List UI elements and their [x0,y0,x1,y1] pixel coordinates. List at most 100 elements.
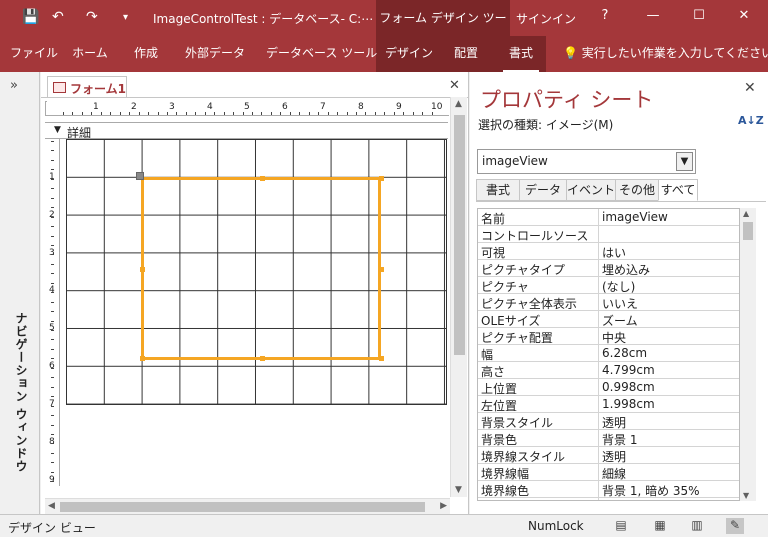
undo-icon[interactable]: ↶ [52,9,64,25]
property-value[interactable]: はい [602,244,738,261]
resize-handle[interactable] [140,356,145,361]
property-value[interactable]: なし [602,499,738,500]
help-button[interactable]: ? [595,8,615,23]
property-value[interactable]: 細線 [602,465,738,482]
resize-handle[interactable] [140,267,145,272]
property-row[interactable]: 幅 6.28cm [478,345,739,362]
property-row[interactable]: 境界線幅 細線 [478,464,739,482]
property-value[interactable]: 透明 [602,414,738,431]
tab-home[interactable]: ホーム [72,36,108,72]
ruler-tick [346,112,348,115]
tab-create[interactable]: 作成 [130,36,162,72]
property-row[interactable]: 境界線スタイル 透明 [478,447,739,465]
ruler-tick [412,112,414,115]
chevron-down-icon[interactable]: ▼ [676,152,693,171]
tab-external-data[interactable]: 外部データ [184,36,246,72]
property-row[interactable]: 名前 imageView [478,209,739,226]
scroll-thumb[interactable] [60,502,425,512]
resize-handle[interactable] [379,267,384,272]
resize-handle[interactable] [260,176,265,181]
property-value[interactable]: 透明 [602,448,738,465]
customize-qat-icon[interactable]: ▾ [123,12,128,23]
property-value[interactable]: 背景 1 [602,431,738,448]
sort-icon[interactable]: A↓Z [738,115,764,126]
property-scrollbar[interactable]: ▲ ▼ [740,208,756,501]
property-row[interactable]: 背景色 背景 1 [478,430,739,448]
property-row[interactable]: 立体表示なし [478,498,739,500]
scroll-up-icon[interactable]: ▲ [743,209,749,218]
resize-handle[interactable] [379,356,384,361]
property-value[interactable]: 埋め込み [602,261,738,278]
tab-format[interactable]: 書式 [503,36,539,72]
scroll-thumb[interactable] [743,222,753,240]
vertical-ruler[interactable]: 1 2 3 4 5 6 7 8 9 [45,139,60,486]
property-value[interactable]: 背景 1, 暗め 35% [602,482,738,499]
property-row[interactable]: 境界線色 背景 1, 暗め 35% [478,481,739,499]
property-value[interactable]: 0.998cm [602,380,738,394]
tab-all-props[interactable]: すべて [658,179,698,201]
horizontal-ruler[interactable]: 1 2 3 4 5 6 7 8 9 10 [47,101,449,116]
selection-type: 選択の種類: イメージ(M) [478,118,614,132]
resize-handle[interactable] [379,176,384,181]
ruler-tick [51,282,54,284]
scroll-down-icon[interactable]: ▼ [455,485,462,495]
document-tab[interactable]: フォーム1 [47,76,127,98]
scroll-thumb[interactable] [454,115,465,355]
tab-database-tools[interactable]: データベース ツール [266,36,377,72]
property-row[interactable]: コントロールソース [478,226,739,243]
ruler-tick [51,452,54,454]
property-row[interactable]: 背景スタイル 透明 [478,413,739,431]
move-handle[interactable] [136,172,144,180]
property-row[interactable]: OLEサイズ ズーム [478,311,739,329]
tab-data-props[interactable]: データ [519,179,567,201]
property-row[interactable]: ピクチャタイプ 埋め込み [478,260,739,278]
property-value[interactable]: (なし) [602,278,738,295]
expand-nav-icon[interactable]: » [10,78,18,93]
close-property-sheet-icon[interactable]: ✕ [744,80,756,96]
property-value[interactable]: 6.28cm [602,346,738,360]
property-row[interactable]: ピクチャ配置 中央 [478,328,739,346]
property-value[interactable]: imageView [602,210,738,224]
tab-design[interactable]: デザイン [385,36,433,72]
design-view-icon[interactable]: ✎ [726,518,744,534]
property-row[interactable]: 左位置 1.998cm [478,396,739,413]
minimize-button[interactable]: — [643,8,663,23]
close-document-icon[interactable]: ✕ [449,78,460,93]
scroll-down-icon[interactable]: ▼ [743,491,749,500]
property-value[interactable]: 1.998cm [602,397,738,411]
nav-pane-label[interactable]: ナビゲーション ウィンドウ [13,312,30,473]
property-row[interactable]: 高さ 4.799cm [478,362,739,379]
property-sheet: プロパティ シート ✕ 選択の種類: イメージ(M) A↓Z imageView… [470,72,768,514]
layout-view-icon[interactable]: ▥ [688,518,706,534]
save-icon[interactable]: 💾 [22,9,39,25]
tab-other-props[interactable]: その他 [615,179,659,201]
datasheet-view-icon[interactable]: ▦ [651,518,669,534]
scroll-up-icon[interactable]: ▲ [455,99,462,109]
property-value[interactable]: いいえ [602,295,738,312]
property-row[interactable]: 上位置 0.998cm [478,379,739,396]
detail-section-header[interactable]: ▼ 詳細 [45,122,448,140]
property-value[interactable]: 中央 [602,329,738,346]
signin-link[interactable]: サインイン [516,10,576,27]
redo-icon[interactable]: ↷ [86,9,98,25]
property-row[interactable]: ピクチャ (なし) [478,277,739,295]
tab-format-props[interactable]: 書式 [476,179,520,201]
tab-event-props[interactable]: イベント [566,179,616,201]
form-view-icon[interactable]: ▤ [612,518,630,534]
property-value[interactable]: ズーム [602,312,738,329]
property-value[interactable]: 4.799cm [602,363,738,377]
property-row[interactable]: ピクチャ全体表示 いいえ [478,294,739,312]
image-control[interactable] [140,176,384,361]
scroll-left-icon[interactable]: ◀ [48,501,55,511]
vertical-scrollbar[interactable]: ▲ ▼ [450,97,467,497]
tell-me-box[interactable]: 💡 実行したい作業を入力してください [563,36,768,72]
scroll-right-icon[interactable]: ▶ [440,501,447,511]
maximize-button[interactable]: ☐ [689,8,709,23]
object-selector[interactable]: imageView ▼ [477,149,696,174]
tab-file[interactable]: ファイル [10,36,58,72]
close-button[interactable]: ✕ [734,8,754,23]
property-row[interactable]: 可視 はい [478,243,739,261]
resize-handle[interactable] [260,356,265,361]
horizontal-scrollbar[interactable]: ◀ ▶ [45,498,450,514]
tab-arrange[interactable]: 配置 [448,36,484,72]
